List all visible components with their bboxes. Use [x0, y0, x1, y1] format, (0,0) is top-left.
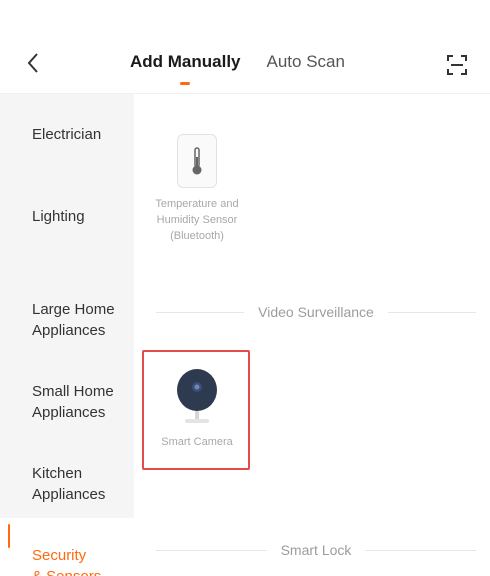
device-smart-camera[interactable]: Smart Camera [144, 366, 250, 450]
sidebar-item-lighting[interactable]: Lighting [0, 206, 134, 227]
thermometer-icon [177, 134, 217, 188]
divider-line [387, 311, 476, 313]
tab-add-manually[interactable]: Add Manually [130, 52, 241, 82]
scan-button[interactable] [442, 50, 472, 80]
scan-frame-icon [447, 55, 467, 75]
header-bar: Add Manually Auto Scan [0, 0, 490, 94]
sidebar-item-label: Security & Sensors [32, 547, 101, 576]
section-header-smart-lock: Smart Lock [156, 540, 476, 560]
divider-line [156, 311, 245, 313]
tab-auto-scan[interactable]: Auto Scan [267, 52, 345, 82]
sidebar-item-kitchen-appliances[interactable]: Kitchen Appliances [0, 442, 134, 505]
sidebar-item-label: Electrician [32, 126, 102, 143]
sidebar-item-security-sensors[interactable]: Security & Sensors [0, 518, 134, 576]
camera-icon [172, 366, 222, 432]
sidebar-item-small-home-appliances[interactable]: Small Home Appliances [0, 360, 134, 423]
sidebar-item-electrician[interactable]: Electrician [0, 124, 134, 145]
sidebar-item-label: Small Home Appliances [32, 383, 114, 421]
chevron-left-icon [27, 53, 38, 73]
divider-line [156, 549, 267, 551]
sidebar-item-label: Kitchen Appliances [32, 465, 106, 503]
back-button[interactable] [18, 46, 48, 80]
device-temperature-humidity-sensor[interactable]: Temperature and Humidity Sensor (Bluetoo… [144, 134, 250, 244]
device-label: Temperature and Humidity Sensor (Bluetoo… [155, 198, 239, 242]
section-header-video-surveillance: Video Surveillance [156, 302, 476, 322]
tab-bar: Add Manually Auto Scan [130, 52, 345, 82]
sidebar-item-label: Large Home Appliances [32, 301, 115, 339]
device-label: Smart Camera [161, 436, 233, 448]
section-title: Video Surveillance [258, 304, 374, 320]
category-sidebar: Electrician Lighting Large Home Applianc… [0, 94, 134, 576]
divider-line [365, 549, 476, 551]
sidebar-item-large-home-appliances[interactable]: Large Home Appliances [0, 278, 134, 341]
sidebar-item-label: Lighting [32, 208, 85, 225]
section-title: Smart Lock [280, 542, 352, 558]
device-list: Temperature and Humidity Sensor (Bluetoo… [134, 94, 490, 576]
